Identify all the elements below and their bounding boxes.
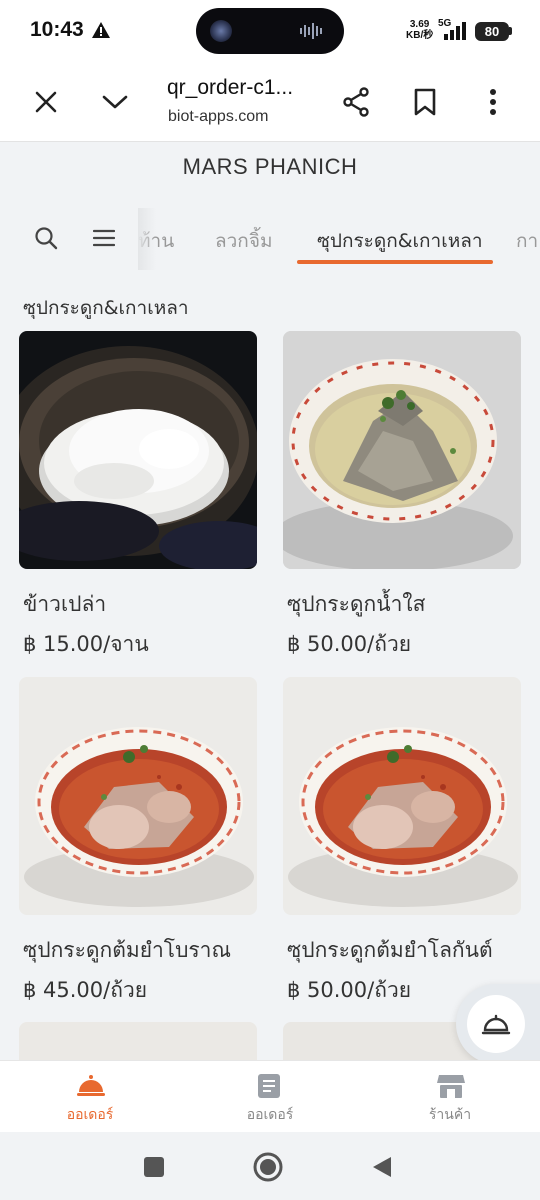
close-button[interactable]: [26, 82, 66, 122]
product-name: ซุปกระดูกน้ำใส: [287, 592, 426, 616]
warning-icon: [92, 22, 110, 42]
bookmark-button[interactable]: [405, 82, 445, 122]
floating-order-button[interactable]: [456, 984, 540, 1060]
share-icon: [343, 87, 369, 117]
receipt-icon: [258, 1074, 280, 1098]
nav-label: ออเดอร์: [66, 1107, 114, 1123]
status-time: 10:43: [30, 18, 84, 41]
nav-label: ออเดอร์: [246, 1107, 294, 1123]
product-price: ฿ 50.00/ถ้วย: [287, 632, 412, 656]
category-tabs: ท้าน ลวกจิ้ม ซุปกระดูก&เกาเหลา กา: [138, 212, 540, 268]
network-speed-unit: KB/秒: [406, 30, 434, 41]
network-speed-value: 3.69: [409, 19, 430, 30]
signal-icon: [444, 22, 468, 44]
battery-tip: [509, 27, 512, 35]
nav-store[interactable]: ร้านค้า: [360, 1061, 540, 1133]
tab-category-4[interactable]: กา: [516, 226, 538, 256]
camera-island: [196, 8, 344, 54]
product-image-clear-soup: [283, 331, 521, 569]
category-menu-button[interactable]: [88, 222, 120, 254]
tab-category-2[interactable]: ลวกจิ้ม: [215, 226, 272, 256]
product-card-5-partial[interactable]: [19, 1022, 257, 1060]
more-options-button[interactable]: [473, 82, 513, 122]
share-button[interactable]: [336, 82, 376, 122]
page-url-domain[interactable]: biot-apps.com: [168, 108, 269, 126]
square-icon: [144, 1157, 164, 1177]
product-price: ฿ 15.00/จาน: [23, 632, 149, 656]
close-icon: [35, 91, 57, 113]
battery-indicator: 80: [475, 22, 509, 41]
audio-wave-icon: [300, 23, 326, 43]
tab-category-3-active[interactable]: ซุปกระดูก&เกาเหลา: [317, 226, 483, 256]
bookmark-icon: [414, 88, 436, 116]
home-button[interactable]: [251, 1150, 285, 1184]
browser-toolbar: qr_order-c1... biot-apps.com: [0, 62, 540, 142]
product-image-partial: [19, 1022, 257, 1060]
section-title: ซุปกระดูก&เกาเหลา: [23, 297, 189, 319]
bottom-navigation: ออเดอร์ ออเดอร์ ร้านค้า: [0, 1060, 540, 1132]
collapse-button[interactable]: [95, 82, 135, 122]
back-button[interactable]: [365, 1150, 399, 1184]
page-url-title[interactable]: qr_order-c1...: [167, 76, 293, 100]
search-icon: [35, 227, 58, 250]
nav-label: ร้านค้า: [428, 1107, 472, 1123]
menu-page: MARS PHANICH ท้าน ลวกจิ้ม ซุปกระดูก&เกาเ…: [0, 142, 540, 1060]
product-image-tomyum-soup: [283, 677, 521, 915]
product-price: ฿ 50.00/ถ้วย: [287, 978, 412, 1002]
battery-level: 80: [484, 24, 500, 39]
more-vert-icon: [490, 89, 496, 115]
shop-name: MARS PHANICH: [182, 154, 358, 179]
product-image-rice: [19, 331, 257, 569]
home-circle-icon: [253, 1152, 283, 1182]
product-card-1[interactable]: ข้าวเปล่า ฿ 15.00/จาน: [19, 331, 257, 656]
system-navigation-bar: [0, 1132, 540, 1200]
cloche-icon: [481, 1014, 511, 1035]
product-image-tomyum-soup: [19, 677, 257, 915]
tabs-scroll-fade: [138, 208, 156, 270]
recent-apps-button[interactable]: [137, 1150, 171, 1184]
camera-icon: [210, 20, 232, 42]
store-icon: [437, 1075, 465, 1098]
floating-order-button-inner: [467, 995, 525, 1053]
menu-icon: [93, 229, 115, 247]
chevron-down-icon: [102, 95, 128, 109]
product-card-3[interactable]: ซุปกระดูกต้มยำโบราณ ฿ 45.00/ถ้วย: [19, 677, 257, 1002]
product-name: ข้าวเปล่า: [23, 592, 107, 616]
nav-order-active[interactable]: ออเดอร์: [0, 1061, 180, 1133]
product-name: ซุปกระดูกต้มยำโบราณ: [23, 938, 231, 962]
back-triangle-icon: [373, 1157, 391, 1177]
product-name: ซุปกระดูกต้มยำโลกันต์: [287, 938, 493, 962]
product-card-4[interactable]: ซุปกระดูกต้มยำโลกันต์ ฿ 50.00/ถ้วย: [283, 677, 521, 1002]
nav-order-history[interactable]: ออเดอร์: [180, 1061, 360, 1133]
product-card-2[interactable]: ซุปกระดูกน้ำใส ฿ 50.00/ถ้วย: [283, 331, 521, 656]
search-button[interactable]: [30, 222, 62, 254]
order-bell-icon: [77, 1075, 105, 1096]
product-price: ฿ 45.00/ถ้วย: [23, 978, 148, 1002]
status-bar: 10:43 3.69 KB/秒 5G 80: [0, 0, 540, 62]
network-speed: 3.69 KB/秒: [406, 19, 433, 41]
active-tab-indicator: [297, 260, 493, 264]
